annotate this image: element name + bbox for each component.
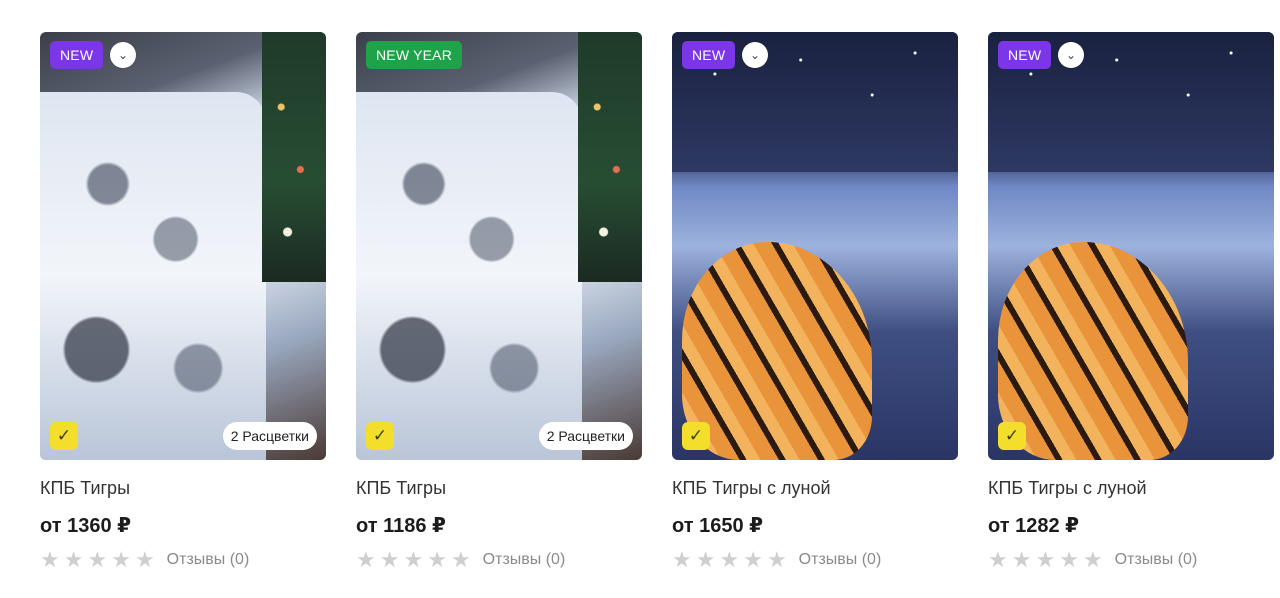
star-icon: ★ (719, 547, 740, 572)
reviews-link[interactable]: Отзывы (0) (1115, 551, 1198, 569)
star-icon: ★ (988, 547, 1008, 572)
product-image[interactable]: NEW ⌄ ✓ (672, 32, 958, 460)
star-icon: ★ (1011, 547, 1032, 572)
star-icon: ★ (87, 547, 108, 572)
product-card[interactable]: NEW YEAR ✓ 2 Расцветки КПБ Тигры от 1186… (356, 32, 642, 572)
star-icon: ★ (450, 547, 471, 572)
rating: ★ ★ ★ ★ ★ Отзывы (0) (356, 548, 642, 572)
star-icon: ★ (40, 547, 60, 572)
star-icon: ★ (427, 547, 447, 572)
star-icon: ★ (1059, 547, 1079, 572)
star-icon: ★ (134, 547, 155, 572)
product-name[interactable]: КПБ Тигры (356, 476, 642, 500)
star-icon: ★ (672, 547, 692, 572)
product-image[interactable]: NEW YEAR ✓ 2 Расцветки (356, 32, 642, 460)
rating: ★ ★ ★ ★ ★ Отзывы (0) (672, 548, 958, 572)
badge-new: NEW (50, 41, 104, 69)
product-card[interactable]: NEW ⌄ ✓ КПБ Тигры с луной от 1650 ₽ ★ ★ … (672, 32, 958, 572)
star-icon: ★ (1082, 547, 1103, 572)
product-price: от 1282 ₽ (988, 515, 1080, 537)
star-icon: ★ (766, 547, 787, 572)
rating: ★ ★ ★ ★ ★ Отзывы (0) (40, 548, 326, 572)
color-variants-badge[interactable]: 2 Расцветки (538, 422, 633, 450)
chevron-down-icon[interactable]: ⌄ (110, 42, 136, 68)
product-price: от 1650 ₽ (672, 515, 764, 537)
product-name[interactable]: КПБ Тигры с луной (672, 476, 958, 500)
product-name[interactable]: КПБ Тигры с луной (988, 476, 1274, 500)
chevron-down-icon[interactable]: ⌄ (742, 42, 768, 68)
rating: ★ ★ ★ ★ ★ Отзывы (0) (988, 548, 1274, 572)
star-icon: ★ (403, 547, 424, 572)
product-price: от 1186 ₽ (356, 515, 446, 537)
reviews-link[interactable]: Отзывы (0) (483, 551, 566, 569)
chevron-down-icon[interactable]: ⌄ (1058, 42, 1084, 68)
product-card[interactable]: NEW ⌄ ✓ КПБ Тигры с луной от 1282 ₽ ★ ★ … (988, 32, 1274, 572)
product-grid: NEW ⌄ ✓ 2 Расцветки КПБ Тигры от 1360 ₽ … (40, 32, 1274, 572)
verified-check-icon: ✓ (50, 422, 78, 450)
reviews-link[interactable]: Отзывы (0) (799, 551, 882, 569)
product-image[interactable]: NEW ⌄ ✓ (988, 32, 1274, 460)
product-price: от 1360 ₽ (40, 515, 132, 537)
star-icon: ★ (63, 547, 84, 572)
verified-check-icon: ✓ (998, 422, 1026, 450)
star-icon: ★ (356, 547, 376, 572)
badge-new: NEW (682, 41, 736, 69)
product-card[interactable]: NEW ⌄ ✓ 2 Расцветки КПБ Тигры от 1360 ₽ … (40, 32, 326, 572)
star-icon: ★ (111, 547, 131, 572)
product-image[interactable]: NEW ⌄ ✓ 2 Расцветки (40, 32, 326, 460)
star-icon: ★ (379, 547, 400, 572)
verified-check-icon: ✓ (682, 422, 710, 450)
badge-new: NEW (998, 41, 1052, 69)
color-variants-badge[interactable]: 2 Расцветки (222, 422, 317, 450)
badge-new-year: NEW YEAR (366, 41, 463, 69)
product-name[interactable]: КПБ Тигры (40, 476, 326, 500)
reviews-link[interactable]: Отзывы (0) (167, 551, 250, 569)
star-icon: ★ (1035, 547, 1056, 572)
star-icon: ★ (743, 547, 763, 572)
verified-check-icon: ✓ (366, 422, 394, 450)
star-icon: ★ (695, 547, 716, 572)
